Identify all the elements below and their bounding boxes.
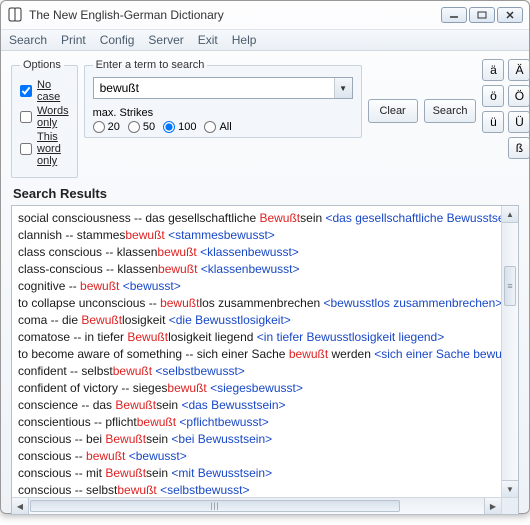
radio-100[interactable]: 100	[163, 121, 196, 133]
vertical-scrollbar[interactable]: ▲ ▼	[501, 206, 518, 497]
results-list[interactable]: social consciousness -- das gesellschaft…	[12, 206, 501, 497]
search-input[interactable]	[94, 81, 334, 95]
result-row[interactable]: confident -- selbstbewußt <selbstbewusst…	[18, 363, 495, 380]
scroll-right-icon[interactable]: ▶	[484, 498, 501, 514]
result-row[interactable]: comatose -- in tiefer Bewußtlosigkeit li…	[18, 329, 495, 346]
thiswordonly-checkbox[interactable]: This word only	[20, 131, 69, 167]
results-heading: Search Results	[13, 186, 519, 201]
clear-button[interactable]: Clear	[368, 99, 418, 123]
result-row[interactable]: conscious -- mit Bewußtsein <mit Bewusst…	[18, 465, 495, 482]
char-ss[interactable]: ß	[508, 137, 530, 159]
scroll-corner	[501, 497, 518, 514]
char-u-upper[interactable]: Ü	[508, 111, 530, 133]
wordsonly-checkbox[interactable]: Words only	[20, 105, 69, 129]
char-o-lower[interactable]: ö	[482, 85, 504, 107]
char-a-lower[interactable]: ä	[482, 59, 504, 81]
result-row[interactable]: conscience -- das Bewußtsein <das Bewuss…	[18, 397, 495, 414]
menu-search[interactable]: Search	[9, 33, 47, 47]
horizontal-scrollbar[interactable]: ◀ ▶	[12, 497, 501, 514]
result-row[interactable]: class conscious -- klassenbewußt <klasse…	[18, 244, 495, 261]
menu-server[interactable]: Server	[148, 33, 183, 47]
result-row[interactable]: to become aware of something -- sich ein…	[18, 346, 495, 363]
char-o-upper[interactable]: Ö	[508, 85, 530, 107]
char-a-upper[interactable]: Ä	[508, 59, 530, 81]
scroll-left-icon[interactable]: ◀	[12, 498, 29, 514]
dropdown-icon[interactable]: ▼	[334, 78, 352, 98]
result-row[interactable]: conscious -- bewußt <bewusst>	[18, 448, 495, 465]
strikes-label: max. Strikes	[93, 107, 353, 119]
maximize-button[interactable]	[469, 7, 495, 23]
search-group: Enter a term to search ▼ max. Strikes 20…	[84, 59, 362, 138]
search-legend: Enter a term to search	[93, 59, 208, 71]
menu-config[interactable]: Config	[100, 33, 135, 47]
result-row[interactable]: class-conscious -- klassenbewußt <klasse…	[18, 261, 495, 278]
minimize-button[interactable]	[441, 7, 467, 23]
menu-help[interactable]: Help	[232, 33, 257, 47]
scroll-up-icon[interactable]: ▲	[502, 206, 518, 223]
result-row[interactable]: conscientious -- pflichtbewußt <pflichtb…	[18, 414, 495, 431]
close-button[interactable]	[497, 7, 523, 23]
result-row[interactable]: cognitive -- bewußt <bewusst>	[18, 278, 495, 295]
result-row[interactable]: conscious -- selbstbewußt <selbstbewusst…	[18, 482, 495, 497]
char-u-lower[interactable]: ü	[482, 111, 504, 133]
nocase-checkbox[interactable]: No case	[20, 79, 69, 103]
result-row[interactable]: conscious -- bei Bewußtsein <bei Bewusst…	[18, 431, 495, 448]
scroll-thumb-h[interactable]	[30, 500, 400, 512]
result-row[interactable]: clannish -- stammesbewußt <stammesbewuss…	[18, 227, 495, 244]
search-combo[interactable]: ▼	[93, 77, 353, 99]
options-legend: Options	[20, 59, 64, 71]
result-row[interactable]: confident of victory -- siegesbewußt <si…	[18, 380, 495, 397]
result-row[interactable]: coma -- die Bewußtlosigkeit <die Bewusst…	[18, 312, 495, 329]
options-group: Options No case Words only This word onl…	[11, 59, 78, 178]
radio-all[interactable]: All	[204, 121, 231, 133]
scroll-down-icon[interactable]: ▼	[502, 480, 518, 497]
scroll-thumb-v[interactable]	[504, 266, 516, 306]
menu-exit[interactable]: Exit	[198, 33, 218, 47]
search-button[interactable]: Search	[424, 99, 477, 123]
menu-print[interactable]: Print	[61, 33, 86, 47]
result-row[interactable]: to collapse unconscious -- bewußtlos zus…	[18, 295, 495, 312]
app-icon	[7, 7, 23, 23]
radio-50[interactable]: 50	[128, 121, 155, 133]
results-panel: social consciousness -- das gesellschaft…	[11, 205, 519, 515]
result-row[interactable]: social consciousness -- das gesellschaft…	[18, 210, 495, 227]
radio-20[interactable]: 20	[93, 121, 120, 133]
window-title: The New English-German Dictionary	[29, 8, 441, 22]
